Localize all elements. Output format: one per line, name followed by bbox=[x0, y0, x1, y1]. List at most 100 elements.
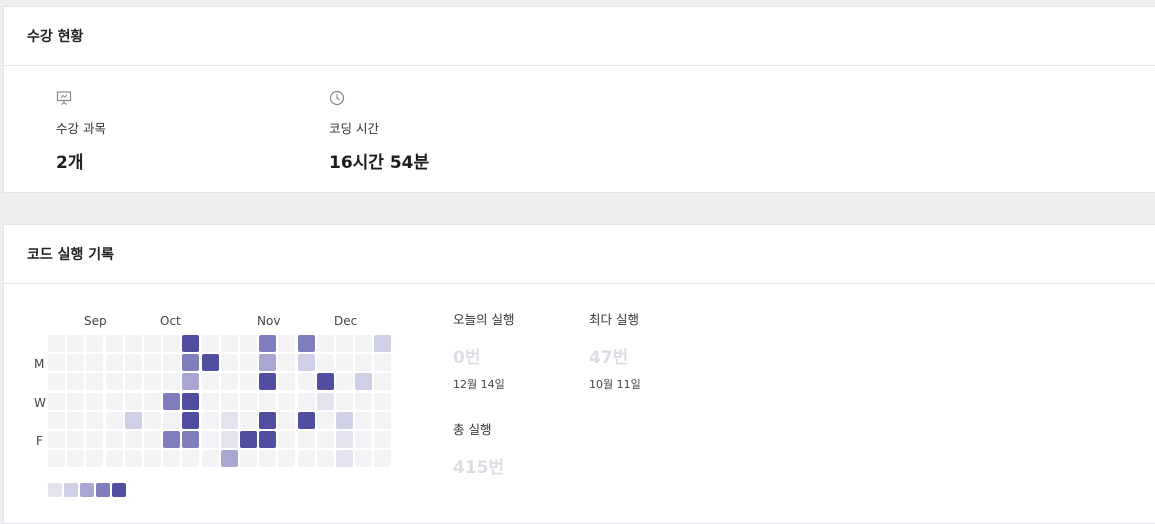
heatmap-cell[interactable] bbox=[67, 354, 85, 372]
heatmap-cell[interactable] bbox=[240, 411, 257, 429]
heatmap-cell[interactable] bbox=[336, 354, 353, 372]
heatmap-cell[interactable] bbox=[48, 335, 65, 352]
heatmap-cell[interactable] bbox=[48, 373, 65, 391]
heatmap-cell[interactable] bbox=[316, 335, 334, 352]
heatmap-cell[interactable] bbox=[374, 392, 392, 410]
heatmap-cell[interactable] bbox=[182, 354, 200, 372]
heatmap-cell[interactable] bbox=[163, 450, 181, 468]
heatmap-cell[interactable] bbox=[220, 335, 238, 352]
heatmap-cell[interactable] bbox=[163, 373, 181, 391]
heatmap-cell[interactable] bbox=[124, 335, 142, 352]
heatmap-cell[interactable] bbox=[297, 335, 315, 352]
heatmap-cell[interactable] bbox=[201, 392, 219, 410]
heatmap-cell[interactable] bbox=[297, 354, 315, 372]
heatmap-cell[interactable] bbox=[201, 354, 219, 372]
heatmap-cell[interactable] bbox=[316, 431, 334, 448]
heatmap-cell[interactable] bbox=[201, 335, 219, 352]
heatmap-cell[interactable] bbox=[374, 450, 392, 468]
heatmap-cell[interactable] bbox=[163, 335, 181, 352]
heatmap-cell[interactable] bbox=[336, 411, 353, 429]
heatmap-cell[interactable] bbox=[48, 354, 65, 372]
heatmap-cell[interactable] bbox=[278, 373, 296, 391]
heatmap-cell[interactable] bbox=[105, 373, 123, 391]
heatmap-cell[interactable] bbox=[201, 373, 219, 391]
heatmap-cell[interactable] bbox=[48, 392, 65, 410]
heatmap-cell[interactable] bbox=[105, 335, 123, 352]
heatmap-cell[interactable] bbox=[355, 354, 373, 372]
heatmap-cell[interactable] bbox=[182, 373, 200, 391]
heatmap-cell[interactable] bbox=[297, 431, 315, 448]
heatmap-cell[interactable] bbox=[182, 335, 200, 352]
heatmap-cell[interactable] bbox=[297, 411, 315, 429]
heatmap-cell[interactable] bbox=[124, 354, 142, 372]
heatmap-cell[interactable] bbox=[240, 354, 257, 372]
heatmap-cell[interactable] bbox=[144, 335, 161, 352]
heatmap-cell[interactable] bbox=[105, 450, 123, 468]
heatmap-cell[interactable] bbox=[144, 450, 161, 468]
heatmap-cell[interactable] bbox=[163, 354, 181, 372]
heatmap-cell[interactable] bbox=[67, 411, 85, 429]
heatmap-cell[interactable] bbox=[48, 450, 65, 468]
heatmap-cell[interactable] bbox=[336, 431, 353, 448]
heatmap-cell[interactable] bbox=[355, 411, 373, 429]
heatmap-cell[interactable] bbox=[297, 450, 315, 468]
heatmap-cell[interactable] bbox=[86, 335, 104, 352]
heatmap-cell[interactable] bbox=[316, 354, 334, 372]
heatmap-cell[interactable] bbox=[316, 373, 334, 391]
heatmap-cell[interactable] bbox=[163, 411, 181, 429]
heatmap-cell[interactable] bbox=[278, 392, 296, 410]
heatmap-cell[interactable] bbox=[86, 392, 104, 410]
heatmap-cell[interactable] bbox=[105, 392, 123, 410]
heatmap-cell[interactable] bbox=[124, 373, 142, 391]
heatmap-cell[interactable] bbox=[220, 373, 238, 391]
heatmap-cell[interactable] bbox=[259, 450, 277, 468]
heatmap-cell[interactable] bbox=[220, 411, 238, 429]
heatmap-cell[interactable] bbox=[105, 411, 123, 429]
heatmap-cell[interactable] bbox=[201, 431, 219, 448]
heatmap-cell[interactable] bbox=[355, 450, 373, 468]
heatmap-cell[interactable] bbox=[240, 450, 257, 468]
heatmap-cell[interactable] bbox=[374, 373, 392, 391]
heatmap-cell[interactable] bbox=[374, 431, 392, 448]
heatmap-cell[interactable] bbox=[124, 450, 142, 468]
heatmap-cell[interactable] bbox=[259, 335, 277, 352]
heatmap-cell[interactable] bbox=[201, 450, 219, 468]
heatmap-cell[interactable] bbox=[278, 335, 296, 352]
heatmap-cell[interactable] bbox=[336, 335, 353, 352]
heatmap-cell[interactable] bbox=[220, 354, 238, 372]
heatmap-cell[interactable] bbox=[355, 392, 373, 410]
heatmap-cell[interactable] bbox=[259, 373, 277, 391]
heatmap-cell[interactable] bbox=[259, 354, 277, 372]
heatmap-cell[interactable] bbox=[144, 373, 161, 391]
heatmap-cell[interactable] bbox=[259, 411, 277, 429]
heatmap-cell[interactable] bbox=[240, 335, 257, 352]
heatmap-cell[interactable] bbox=[86, 373, 104, 391]
heatmap-cell[interactable] bbox=[201, 411, 219, 429]
heatmap-cell[interactable] bbox=[105, 354, 123, 372]
heatmap-cell[interactable] bbox=[144, 431, 161, 448]
heatmap-cell[interactable] bbox=[124, 411, 142, 429]
heatmap-cell[interactable] bbox=[182, 411, 200, 429]
heatmap-cell[interactable] bbox=[67, 450, 85, 468]
heatmap-cell[interactable] bbox=[316, 450, 334, 468]
heatmap-cell[interactable] bbox=[278, 431, 296, 448]
heatmap-cell[interactable] bbox=[355, 373, 373, 391]
heatmap-cell[interactable] bbox=[144, 411, 161, 429]
heatmap-cell[interactable] bbox=[182, 431, 200, 448]
heatmap-cell[interactable] bbox=[316, 392, 334, 410]
heatmap-cell[interactable] bbox=[86, 431, 104, 448]
heatmap-cell[interactable] bbox=[297, 392, 315, 410]
heatmap-cell[interactable] bbox=[48, 431, 65, 448]
heatmap-cell[interactable] bbox=[355, 335, 373, 352]
heatmap-cell[interactable] bbox=[240, 392, 257, 410]
heatmap-cell[interactable] bbox=[278, 354, 296, 372]
heatmap-cell[interactable] bbox=[182, 392, 200, 410]
heatmap-cell[interactable] bbox=[336, 392, 353, 410]
heatmap-cell[interactable] bbox=[163, 392, 181, 410]
heatmap-cell[interactable] bbox=[220, 450, 238, 468]
heatmap-cell[interactable] bbox=[67, 373, 85, 391]
heatmap-cell[interactable] bbox=[240, 373, 257, 391]
heatmap-cell[interactable] bbox=[144, 392, 161, 410]
heatmap-cell[interactable] bbox=[86, 411, 104, 429]
heatmap-cell[interactable] bbox=[67, 335, 85, 352]
